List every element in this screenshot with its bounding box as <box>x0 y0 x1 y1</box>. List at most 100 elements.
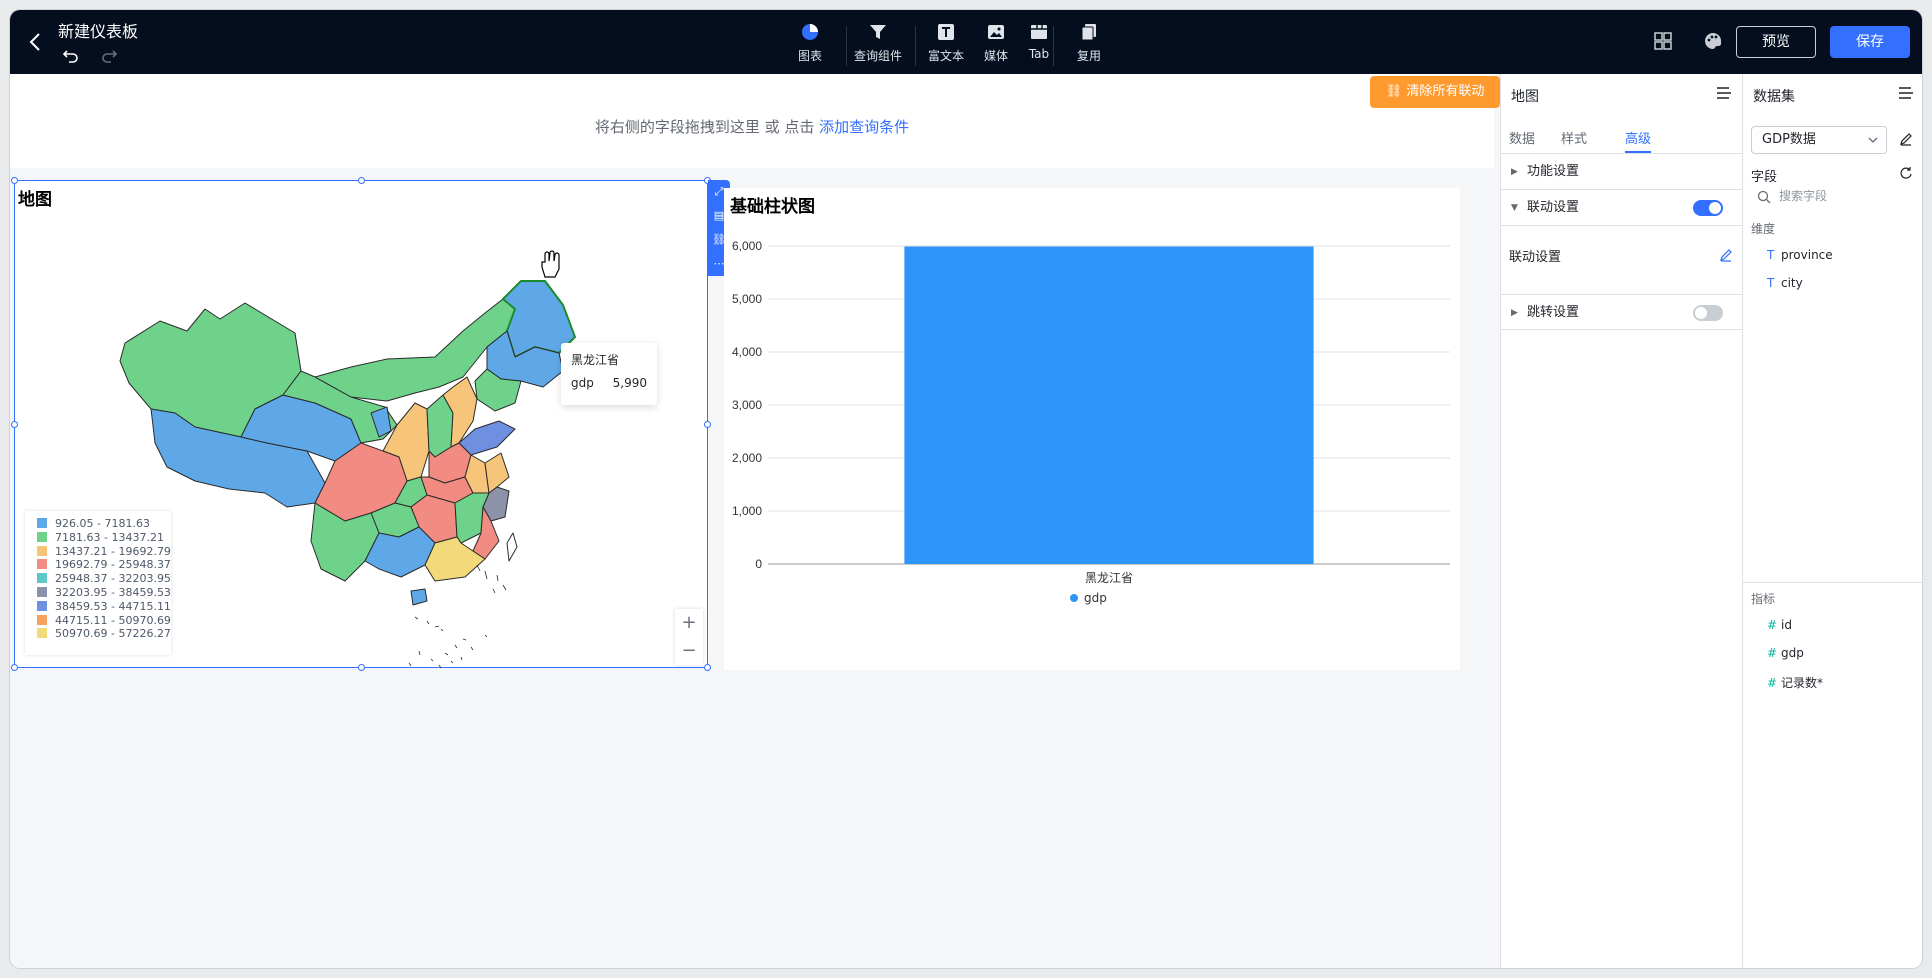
section-label: 跳转设置 <box>1527 305 1580 320</box>
resize-handle[interactable] <box>11 664 18 671</box>
caret-right-icon: ▶ <box>1511 167 1518 177</box>
tool-chart[interactable]: 图表 <box>782 20 838 68</box>
legend-item[interactable]: 50970.69 - 57226.27 <box>37 627 171 641</box>
add-query-link[interactable]: 添加查询条件 <box>819 118 909 136</box>
map-chart-card[interactable]: 地图 926.05 - 7181.63 7181.63 - 13437.21 1… <box>11 177 711 671</box>
tooltip-key: gdp <box>571 376 594 390</box>
tool-chart-label: 图表 <box>797 49 822 63</box>
tool-query[interactable]: 查询组件 <box>850 20 906 68</box>
layout-icon[interactable] <box>1652 30 1674 52</box>
tab-data[interactable]: 数据 <box>1509 128 1535 147</box>
link-icon: ⛓ <box>1385 84 1403 99</box>
legend-item[interactable]: 7181.63 - 13437.21 <box>37 531 171 545</box>
tooltip-title: 黑龙江省 <box>571 353 620 367</box>
query-hint: 将右侧的字段拖拽到这里 或 点击 添加查询条件 <box>10 116 1494 137</box>
preview-button[interactable]: 预览 <box>1736 26 1816 58</box>
resize-handle[interactable] <box>704 664 711 671</box>
resize-handle[interactable] <box>704 421 711 428</box>
tool-reuse[interactable]: 复用 <box>1061 20 1117 68</box>
toolbar-divider <box>915 26 916 66</box>
legend-item[interactable]: 25948.37 - 32203.95 <box>37 572 171 586</box>
metric-group-label: 指标 <box>1751 592 1776 606</box>
legend-item[interactable]: 926.05 - 7181.63 <box>37 517 171 531</box>
section-function-settings[interactable]: ▶ 功能设置 <box>1501 154 1743 190</box>
section-jump-settings[interactable]: ▶ 跳转设置 <box>1501 294 1743 330</box>
tab-icon <box>1031 25 1047 39</box>
map-region <box>410 588 428 606</box>
section-label: 联动设置 <box>1527 200 1580 215</box>
section-linkage-settings[interactable]: ▼ 联动设置 <box>1501 190 1743 226</box>
resize-handle[interactable] <box>11 177 18 184</box>
resize-handle[interactable] <box>358 664 365 671</box>
y-tick-label: 4,000 <box>732 345 762 359</box>
toolbar-divider <box>846 26 847 66</box>
jump-toggle[interactable] <box>1693 305 1723 321</box>
app-window: 新建仪表板 图表 查询组件 富文本 媒体 Tab 复用 预览 保存 将右侧的字段… <box>10 10 1922 968</box>
field-name: city <box>1781 276 1803 290</box>
tool-richtext[interactable]: 富文本 <box>918 20 974 68</box>
dimension-field[interactable]: Tprovince <box>1767 248 1833 262</box>
back-arrow-icon[interactable] <box>24 30 48 54</box>
map-region <box>506 532 518 562</box>
resize-handle[interactable] <box>358 177 365 184</box>
legend-item[interactable]: 32203.95 - 38459.53 <box>37 586 171 600</box>
tooltip-row: gdp 5,990 <box>571 376 647 390</box>
undo-icon[interactable] <box>62 46 80 64</box>
linkage-sub-label: 联动设置 <box>1509 250 1562 265</box>
tab-style[interactable]: 样式 <box>1561 128 1587 147</box>
legend-swatch <box>37 628 47 639</box>
hand-cursor-icon <box>541 250 560 278</box>
clear-linkage-button[interactable]: ⛓ 清除所有联动 <box>1370 76 1500 108</box>
metric-field[interactable]: # id <box>1767 618 1792 632</box>
save-button[interactable]: 保存 <box>1830 26 1910 58</box>
map-tooltip: 黑龙江省 gdp 5,990 <box>561 343 657 405</box>
refresh-icon[interactable] <box>1899 166 1913 180</box>
clear-linkage-label: 清除所有联动 <box>1406 84 1485 99</box>
zoom-in-button[interactable]: + <box>675 609 703 637</box>
dashboard-canvas: 将右侧的字段拖拽到这里 或 点击 添加查询条件 ⛓ 清除所有联动 地图 926.… <box>10 74 1500 968</box>
field-name: id <box>1781 618 1792 632</box>
dataset-select[interactable]: GDP数据 <box>1751 126 1887 154</box>
zoom-out-button[interactable]: − <box>675 637 703 665</box>
top-bar: 新建仪表板 图表 查询组件 富文本 媒体 Tab 复用 预览 保存 <box>10 10 1922 74</box>
collapse-panel-icon[interactable] <box>1897 84 1915 102</box>
redo-icon[interactable] <box>100 46 118 64</box>
metric-field[interactable]: # gdp <box>1767 646 1804 660</box>
tool-tab[interactable]: Tab <box>1011 20 1067 68</box>
edit-dataset-icon[interactable] <box>1899 132 1913 146</box>
legend-label: 926.05 - 7181.63 <box>55 517 150 530</box>
collapse-panel-icon[interactable] <box>1715 84 1733 102</box>
tab-advanced[interactable]: 高级 <box>1625 128 1651 147</box>
legend-item[interactable]: 19692.79 - 25948.37 <box>37 558 171 572</box>
map-legend: 926.05 - 7181.63 7181.63 - 13437.21 13437.… <box>25 511 171 655</box>
pie-chart-icon <box>802 24 818 40</box>
south-china-sea-islands <box>408 564 507 669</box>
dashboard-title[interactable]: 新建仪表板 <box>58 18 138 42</box>
tool-reuse-label: 复用 <box>1076 49 1101 63</box>
text-icon <box>938 24 954 40</box>
linkage-toggle[interactable] <box>1693 200 1723 216</box>
edit-pencil-icon[interactable] <box>1719 248 1733 262</box>
field-search-input[interactable]: 搜索字段 <box>1751 184 1915 208</box>
property-tabs: 数据 样式 高级 <box>1501 120 1743 154</box>
dimension-field[interactable]: Tcity <box>1767 276 1803 290</box>
bar[interactable] <box>904 246 1314 564</box>
field-name: gdp <box>1781 646 1804 660</box>
filter-icon <box>870 25 886 39</box>
legend-item[interactable]: 44715.11 - 50970.69 <box>37 614 171 628</box>
dimension-group-label: 维度 <box>1751 222 1776 236</box>
number-type-icon: # <box>1767 676 1778 690</box>
bar-chart-card[interactable]: 基础柱状图 0 1,000 2,000 3,000 4,000 5,000 6,000 黑龙江… <box>724 188 1460 670</box>
text-type-icon: T <box>1767 248 1775 262</box>
toolbar-divider <box>1053 26 1054 66</box>
legend-marker <box>1070 594 1078 602</box>
legend-label: 25948.37 - 32203.95 <box>55 572 171 586</box>
legend-label: 32203.95 - 38459.53 <box>55 585 171 599</box>
metric-field[interactable]: # 记录数* <box>1767 674 1823 691</box>
legend-label: 44715.11 - 50970.69 <box>55 613 171 627</box>
theme-palette-icon[interactable] <box>1702 30 1724 52</box>
legend-item[interactable]: 13437.21 - 19692.79 <box>37 545 171 559</box>
resize-handle[interactable] <box>11 421 18 428</box>
query-drop-zone[interactable]: 将右侧的字段拖拽到这里 或 点击 添加查询条件 <box>10 74 1494 168</box>
legend-item[interactable]: 38459.53 - 44715.11 <box>37 600 171 614</box>
